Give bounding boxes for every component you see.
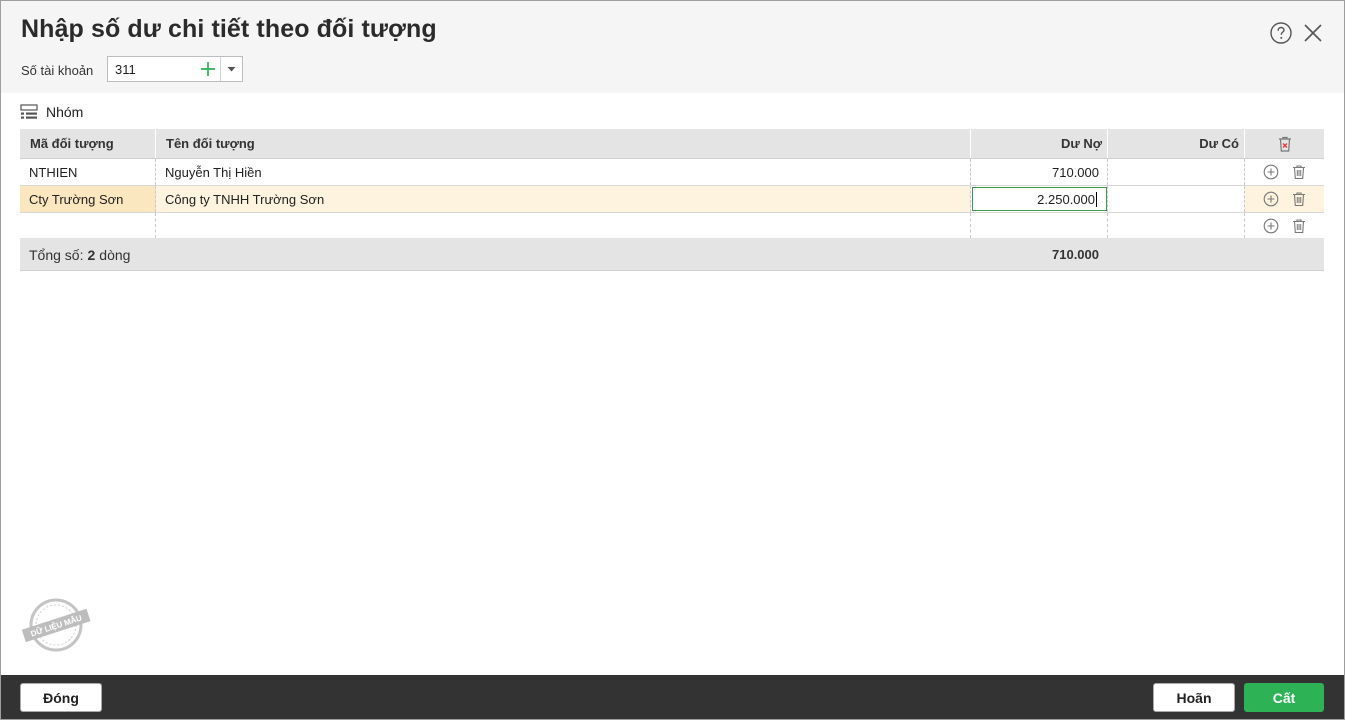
add-icon[interactable]	[196, 57, 220, 81]
cell-name[interactable]: Nguyễn Thị Hiền	[156, 159, 971, 185]
cell-name[interactable]: Công ty TNHH Trường Sơn	[156, 186, 971, 212]
account-label: Số tài khoản	[21, 63, 94, 78]
delete-all-icon[interactable]	[1276, 135, 1294, 153]
cell-debit[interactable]	[971, 213, 1108, 238]
add-row-icon[interactable]	[1263, 164, 1279, 180]
total-suffix: dòng	[99, 246, 131, 263]
header-actions	[1245, 129, 1324, 158]
chevron-down-icon[interactable]	[221, 57, 242, 81]
text-caret	[1096, 191, 1097, 207]
add-row-icon[interactable]	[1263, 218, 1279, 234]
grid-summary-row: Tổng số: 2 dòng 710.000	[20, 238, 1324, 271]
row-actions	[1245, 159, 1324, 185]
dialog-title: Nhập số dư chi tiết theo đối tượng	[21, 15, 437, 43]
header-name[interactable]: Tên đối tượng	[156, 129, 971, 158]
total-debit: 710.000	[1052, 247, 1099, 262]
save-button[interactable]: Cất	[1244, 683, 1324, 712]
close-button[interactable]: Đóng	[20, 683, 102, 712]
cell-credit[interactable]	[1108, 186, 1245, 212]
cell-credit[interactable]	[1108, 213, 1245, 238]
table-row-selected[interactable]: Cty Trường Sơn Công ty TNHH Trường Sơn 2…	[20, 186, 1324, 213]
header-debit[interactable]: Dư Nợ	[971, 129, 1108, 158]
row-actions	[1245, 213, 1324, 238]
cell-credit[interactable]	[1108, 159, 1245, 185]
table-row[interactable]: NTHIEN Nguyễn Thị Hiền 710.000	[20, 159, 1324, 186]
dialog-footer: Đóng Hoãn Cất	[1, 675, 1344, 719]
account-combobox[interactable]	[107, 56, 243, 82]
cell-name[interactable]	[156, 213, 971, 238]
trash-icon[interactable]	[1291, 218, 1307, 234]
trash-icon[interactable]	[1291, 191, 1307, 207]
row-actions	[1245, 186, 1324, 212]
cell-code[interactable]: NTHIEN	[20, 159, 156, 185]
close-icon[interactable]	[1301, 21, 1325, 45]
group-button[interactable]: Nhóm	[20, 102, 83, 122]
table-row-empty[interactable]	[20, 213, 1324, 238]
dialog-header: Nhập số dư chi tiết theo đối tượng Số tà…	[1, 1, 1344, 93]
total-prefix: Tổng số:	[29, 246, 84, 263]
help-icon[interactable]	[1269, 21, 1293, 45]
group-icon	[20, 104, 38, 119]
group-label: Nhóm	[46, 104, 84, 120]
cancel-button[interactable]: Hoãn	[1153, 683, 1235, 712]
dialog-frame	[0, 0, 1345, 720]
cell-code[interactable]	[20, 213, 156, 238]
total-label: Tổng số: 2 dòng	[29, 238, 130, 271]
add-row-icon[interactable]	[1263, 191, 1279, 207]
account-input[interactable]	[108, 57, 194, 81]
total-count: 2	[87, 246, 96, 263]
cell-debit[interactable]: 710.000	[971, 159, 1108, 185]
header-credit[interactable]: Dư Có	[1108, 129, 1245, 158]
cell-code[interactable]: Cty Trường Sơn	[20, 186, 156, 212]
trash-icon[interactable]	[1291, 164, 1307, 180]
sample-data-stamp: DỮ LIỆU MẪU	[21, 598, 91, 652]
debit-edit-input[interactable]: 2.250.000	[972, 187, 1107, 211]
header-code[interactable]: Mã đối tượng	[20, 129, 156, 158]
debit-edit-value: 2.250.000	[1037, 191, 1095, 207]
grid-header: Mã đối tượng Tên đối tượng Dư Nợ Dư Có	[20, 129, 1324, 159]
